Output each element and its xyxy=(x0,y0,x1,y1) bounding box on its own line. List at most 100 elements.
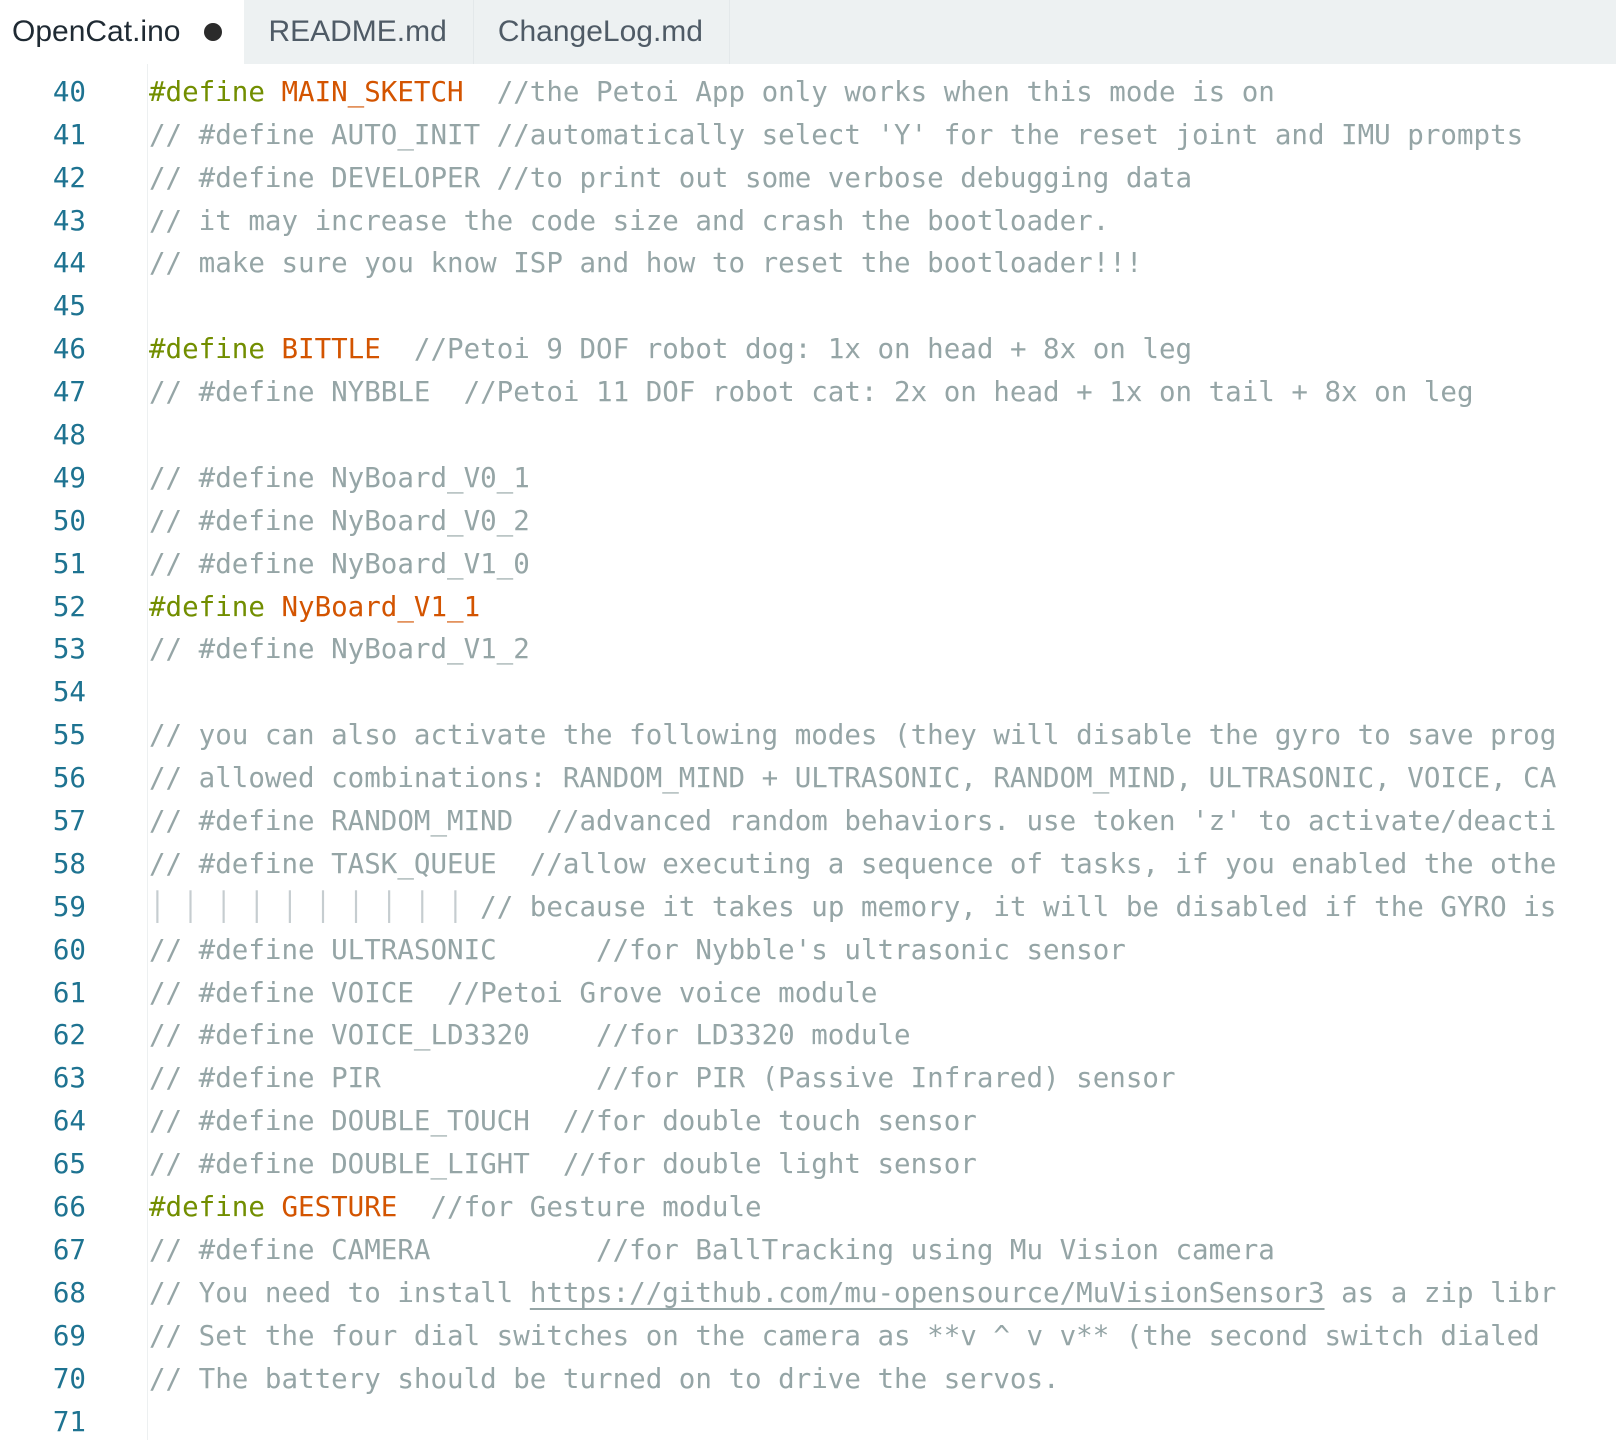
comment-text: // Set the four dial switches on the cam… xyxy=(149,1319,1540,1352)
line-number: 46 xyxy=(52,333,86,366)
tab-opencat-ino[interactable]: OpenCat.ino xyxy=(0,0,245,64)
code-line[interactable]: 51 // #define NyBoard_V1_0 xyxy=(0,543,1616,586)
code-line[interactable]: 57 // #define RANDOM_MIND //advanced rand… xyxy=(0,800,1616,843)
code-text[interactable]: // it may increase the code size and cra… xyxy=(149,200,1109,243)
code-line[interactable]: 68 // You need to install https://github.… xyxy=(0,1272,1616,1315)
define-directive: #define xyxy=(149,1191,282,1224)
line-number: 54 xyxy=(52,676,86,709)
line-number: 63 xyxy=(52,1062,86,1095)
line-number: 45 xyxy=(52,290,86,323)
code-text[interactable]: // make sure you know ISP and how to res… xyxy=(149,242,1142,285)
code-text[interactable]: // You need to install https://github.co… xyxy=(149,1272,1556,1315)
line-number: 69 xyxy=(52,1319,86,1352)
code-text[interactable]: // #define CAMERA //for BallTracking usi… xyxy=(149,1229,1275,1272)
code-line[interactable]: 47 // #define NYBBLE //Petoi 11 DOF robot… xyxy=(0,371,1616,414)
code-line[interactable]: 49 // #define NyBoard_V0_1 xyxy=(0,457,1616,500)
comment-text: // #define ULTRASONIC //for Nybble's ult… xyxy=(149,933,1126,966)
comment-text: // #define TASK_QUEUE //allow executing … xyxy=(149,847,1557,880)
code-text[interactable]: // #define DOUBLE_TOUCH //for double tou… xyxy=(149,1100,977,1143)
code-text[interactable]: // #define NYBBLE //Petoi 11 DOF robot c… xyxy=(149,371,1474,414)
line-number: 68 xyxy=(52,1276,86,1309)
comment-text: //for Gesture module xyxy=(397,1191,762,1224)
comment-text: // The battery should be turned on to dr… xyxy=(149,1362,1060,1395)
code-line[interactable]: 40 #define MAIN_SKETCH //the Petoi App on… xyxy=(0,71,1616,114)
code-line[interactable]: 50 // #define NyBoard_V0_2 xyxy=(0,500,1616,543)
code-line[interactable]: 39 xyxy=(0,64,1616,71)
code-line[interactable]: 69 // Set the four dial switches on the c… xyxy=(0,1315,1616,1358)
code-line[interactable]: 61 // #define VOICE //Petoi Grove voice m… xyxy=(0,972,1616,1015)
line-number: 56 xyxy=(52,762,86,795)
code-text[interactable]: // #define ULTRASONIC //for Nybble's ult… xyxy=(149,929,1126,972)
comment-text: // allowed combinations: RANDOM_MIND + U… xyxy=(149,762,1557,795)
line-number: 60 xyxy=(52,933,86,966)
code-text[interactable]: // #define NyBoard_V1_2 xyxy=(149,628,530,671)
code-line[interactable]: 63 // #define PIR //for PIR (Passive Infr… xyxy=(0,1057,1616,1100)
code-line[interactable]: 71 xyxy=(0,1401,1616,1440)
tab-changelog-md[interactable]: ChangeLog.md xyxy=(473,0,730,64)
code-line[interactable]: 60 // #define ULTRASONIC //for Nybble's u… xyxy=(0,929,1616,972)
code-text[interactable]: // #define VOICE_LD3320 //for LD3320 mod… xyxy=(149,1014,911,1057)
code-line[interactable]: 65 // #define DOUBLE_LIGHT //for double l… xyxy=(0,1143,1616,1186)
code-line[interactable]: 54 xyxy=(0,671,1616,714)
comment-text: // it may increase the code size and cra… xyxy=(149,204,1110,237)
line-number: 66 xyxy=(52,1191,86,1224)
code-link[interactable]: https://github.com/mu-opensource/MuVisio… xyxy=(530,1277,1325,1309)
code-line[interactable]: 58 // #define TASK_QUEUE //allow executin… xyxy=(0,843,1616,886)
code-text[interactable]: // allowed combinations: RANDOM_MIND + U… xyxy=(149,757,1556,800)
code-line[interactable]: 55 // you can also activate the following… xyxy=(0,714,1616,757)
code-line[interactable]: 67 // #define CAMERA //for BallTracking u… xyxy=(0,1229,1616,1272)
comment-text: // you can also activate the following m… xyxy=(149,719,1557,752)
comment-text: // #define VOICE //Petoi Grove voice mod… xyxy=(149,976,878,1009)
code-text[interactable]: // #define NyBoard_V0_1 xyxy=(149,457,530,500)
code-line[interactable]: 46 #define BITTLE //Petoi 9 DOF robot dog… xyxy=(0,328,1616,371)
line-number: 65 xyxy=(52,1148,86,1181)
code-line[interactable]: 56 // allowed combinations: RANDOM_MIND +… xyxy=(0,757,1616,800)
code-text[interactable]: // #define DOUBLE_LIGHT //for double lig… xyxy=(149,1143,977,1186)
comment-text: // #define PIR //for PIR (Passive Infrar… xyxy=(149,1062,1176,1095)
code-line[interactable]: 42 // #define DEVELOPER //to print out so… xyxy=(0,157,1616,200)
code-text[interactable]: // #define RANDOM_MIND //advanced random… xyxy=(149,800,1556,843)
code-line[interactable]: 62 // #define VOICE_LD3320 //for LD3320 m… xyxy=(0,1014,1616,1057)
line-number: 51 xyxy=(52,547,86,580)
code-text[interactable]: // you can also activate the following m… xyxy=(149,714,1556,757)
define-directive: #define xyxy=(149,333,282,366)
line-number: 41 xyxy=(52,118,86,151)
code-line[interactable]: 64 // #define DOUBLE_TOUCH //for double t… xyxy=(0,1100,1616,1143)
code-text[interactable]: │ │ │ │ │ │ │ │ │ │ // because it takes … xyxy=(149,886,1556,929)
code-text[interactable]: // #define NyBoard_V1_0 xyxy=(149,543,530,586)
unsaved-dot-icon[interactable] xyxy=(204,23,223,41)
code-text[interactable]: // #define AUTO_INIT //automatically sel… xyxy=(149,114,1523,157)
code-text[interactable]: #define MAIN_SKETCH //the Petoi App only… xyxy=(149,71,1275,114)
code-line[interactable]: 45 xyxy=(0,285,1616,328)
code-line[interactable]: 52 #define NyBoard_V1_1 xyxy=(0,586,1616,629)
code-line[interactable]: 41 // #define AUTO_INIT //automatically s… xyxy=(0,114,1616,157)
code-text[interactable]: // #define DEVELOPER //to print out some… xyxy=(149,157,1192,200)
code-line[interactable]: 44 // make sure you know ISP and how to r… xyxy=(0,242,1616,285)
code-text[interactable]: // #define NyBoard_V0_2 xyxy=(149,500,530,543)
line-number: 71 xyxy=(52,1405,86,1438)
code-text[interactable]: // #define VOICE //Petoi Grove voice mod… xyxy=(149,972,877,1015)
code-text[interactable]: // #define TASK_QUEUE //allow executing … xyxy=(149,843,1556,886)
code-text[interactable]: // #define PIR //for PIR (Passive Infrar… xyxy=(149,1057,1176,1100)
comment-text: // #define NyBoard_V1_2 xyxy=(149,633,530,666)
code-line[interactable]: 53 // #define NyBoard_V1_2 xyxy=(0,628,1616,671)
line-number: 40 xyxy=(52,75,86,108)
line-number: 62 xyxy=(52,1019,86,1052)
macro-name: NyBoard_V1_1 xyxy=(281,590,481,623)
code-text[interactable]: // The battery should be turned on to dr… xyxy=(149,1358,1060,1401)
tab-readme-md[interactable]: README.md xyxy=(244,0,474,64)
code-text[interactable]: #define GESTURE //for Gesture module xyxy=(149,1186,762,1229)
code-text[interactable]: #define BITTLE //Petoi 9 DOF robot dog: … xyxy=(149,328,1192,371)
code-line[interactable]: 66 #define GESTURE //for Gesture module xyxy=(0,1186,1616,1229)
code-text[interactable]: // Set the four dial switches on the cam… xyxy=(149,1315,1540,1358)
code-line[interactable]: 48 xyxy=(0,414,1616,457)
line-number: 61 xyxy=(52,976,86,1009)
code-line[interactable]: 59 │ │ │ │ │ │ │ │ │ │ // because it take… xyxy=(0,886,1616,929)
code-text[interactable]: #define NyBoard_V1_1 xyxy=(149,586,480,629)
comment-text: // #define NyBoard_V0_1 xyxy=(149,461,530,494)
comment-text: //Petoi 9 DOF robot dog: 1x on head + 8x… xyxy=(380,333,1193,366)
code-line[interactable]: 43 // it may increase the code size and c… xyxy=(0,200,1616,243)
code-editor[interactable]: 39 40 #define MAIN_SKETCH //the Petoi App … xyxy=(0,64,1616,1440)
code-line[interactable]: 70 // The battery should be turned on to … xyxy=(0,1358,1616,1401)
line-number: 49 xyxy=(52,461,86,494)
